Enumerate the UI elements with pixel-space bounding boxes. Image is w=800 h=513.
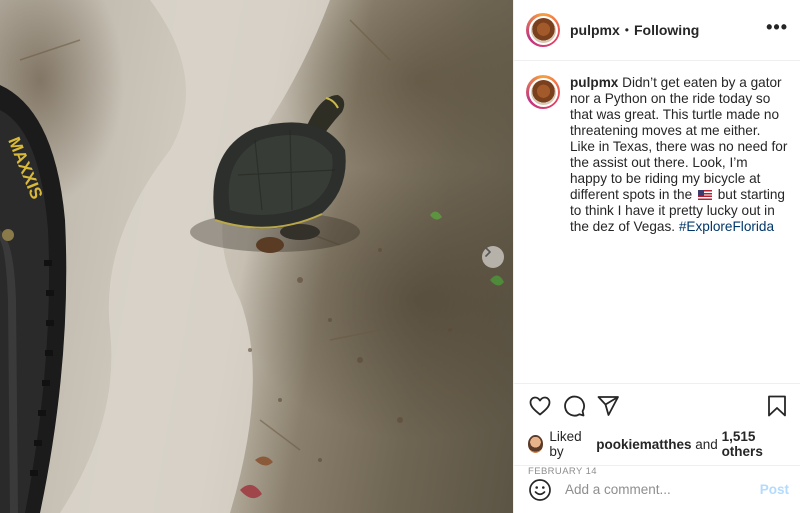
chevron-right-icon (485, 247, 491, 257)
following-button[interactable]: Following (634, 22, 699, 38)
action-bar (528, 394, 789, 418)
likes-summary: Liked by pookiematthes and 1,515 others (528, 429, 789, 459)
likes-prefix: Liked by (549, 429, 582, 459)
us-flag-icon (697, 190, 712, 200)
post-comment-button[interactable]: Post (760, 482, 789, 497)
heart-icon (529, 396, 551, 416)
story-ring[interactable] (526, 13, 560, 47)
post-details-panel: pulpmx • Following ••• pulpmx Didn’t get… (513, 0, 800, 513)
caption-avatar[interactable] (528, 77, 558, 107)
emoji-icon (529, 478, 551, 501)
add-comment-bar: Post (514, 465, 800, 513)
like-button[interactable] (528, 394, 552, 418)
share-icon (597, 396, 619, 416)
caption-row: pulpmx Didn’t get eaten by a gator nor a… (526, 75, 788, 235)
emoji-button[interactable] (528, 478, 552, 502)
carousel-next-button[interactable] (482, 246, 504, 268)
post-header: pulpmx • Following ••• (514, 0, 800, 61)
comment-icon (564, 395, 585, 417)
post-photo[interactable]: MAXXIS (0, 0, 513, 513)
caption-story-ring[interactable] (526, 75, 560, 109)
caption-section: pulpmx Didn’t get eaten by a gator nor a… (514, 61, 800, 383)
caption-username[interactable]: pulpmx (570, 75, 618, 90)
liker-username[interactable]: pookiematthes (596, 437, 691, 452)
caption-body-part1: Didn’t get eaten by a gator nor a Python… (570, 75, 788, 202)
comment-input[interactable] (565, 482, 752, 497)
bookmark-icon (768, 395, 786, 417)
avatar[interactable] (528, 15, 558, 45)
header-separator: • (624, 23, 629, 37)
actions-area: Liked by pookiematthes and 1,515 others … (514, 383, 800, 477)
more-options-icon[interactable]: ••• (766, 18, 788, 38)
share-button[interactable] (596, 394, 620, 418)
hashtag-link[interactable]: #ExploreFlorida (679, 219, 774, 234)
header-username[interactable]: pulpmx (570, 22, 620, 38)
photo-illustration: MAXXIS (0, 0, 504, 513)
comment-button[interactable] (562, 394, 586, 418)
liker-avatar[interactable] (528, 435, 544, 453)
likes-count[interactable]: 1,515 others (722, 429, 789, 459)
save-button[interactable] (765, 394, 789, 418)
likes-connector: and (695, 436, 718, 452)
caption-text: pulpmx Didn’t get eaten by a gator nor a… (570, 75, 788, 235)
